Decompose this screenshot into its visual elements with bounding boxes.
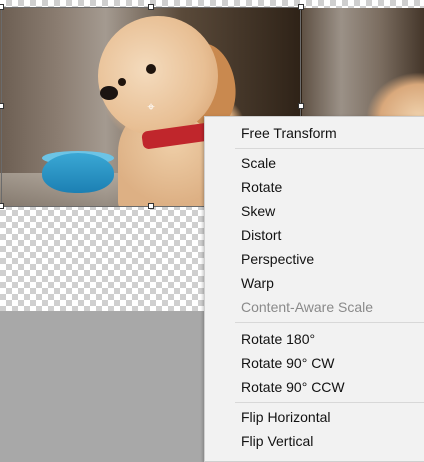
menu-separator xyxy=(235,148,424,149)
transform-handle-top[interactable] xyxy=(148,4,154,10)
menu-separator xyxy=(235,402,424,403)
reference-point-icon[interactable]: ⌖ xyxy=(145,100,157,113)
menu-item-content-aware-scale: Content-Aware Scale xyxy=(241,299,374,315)
transform-handle-bottom[interactable] xyxy=(148,203,154,209)
puppy-nose-shape xyxy=(100,86,118,100)
menu-item-rotate-180[interactable]: Rotate 180° xyxy=(241,331,315,347)
menu-item-skew[interactable]: Skew xyxy=(241,203,275,219)
menu-item-rotate-90-cw[interactable]: Rotate 90° CW xyxy=(241,355,335,371)
menu-item-rotate-90-ccw[interactable]: Rotate 90° CCW xyxy=(241,379,345,395)
puppy-head-shape xyxy=(98,16,218,136)
menu-separator xyxy=(235,322,424,323)
transform-handle-left[interactable] xyxy=(0,103,4,109)
blue-bowl-shape xyxy=(42,153,114,193)
transform-context-menu: Free Transform Scale Rotate Skew Distort Pers… xyxy=(204,116,424,462)
menu-item-flip-vertical[interactable]: Flip Vertical xyxy=(241,433,313,449)
menu-item-rotate[interactable]: Rotate xyxy=(241,179,282,195)
transform-handle-top-right[interactable] xyxy=(298,4,304,10)
menu-item-flip-horizontal[interactable]: Flip Horizontal xyxy=(241,409,330,425)
menu-item-warp[interactable]: Warp xyxy=(241,275,274,291)
menu-item-scale[interactable]: Scale xyxy=(241,155,276,171)
menu-item-perspective[interactable]: Perspective xyxy=(241,251,314,267)
menu-item-distort[interactable]: Distort xyxy=(241,227,281,243)
transform-handle-bottom-left[interactable] xyxy=(0,203,4,209)
transform-handle-right[interactable] xyxy=(298,103,304,109)
menu-item-free-transform[interactable]: Free Transform xyxy=(241,125,337,141)
transform-handle-top-left[interactable] xyxy=(0,4,4,10)
puppy-eye-shape xyxy=(146,64,156,74)
puppy-eye-shape xyxy=(118,78,126,86)
